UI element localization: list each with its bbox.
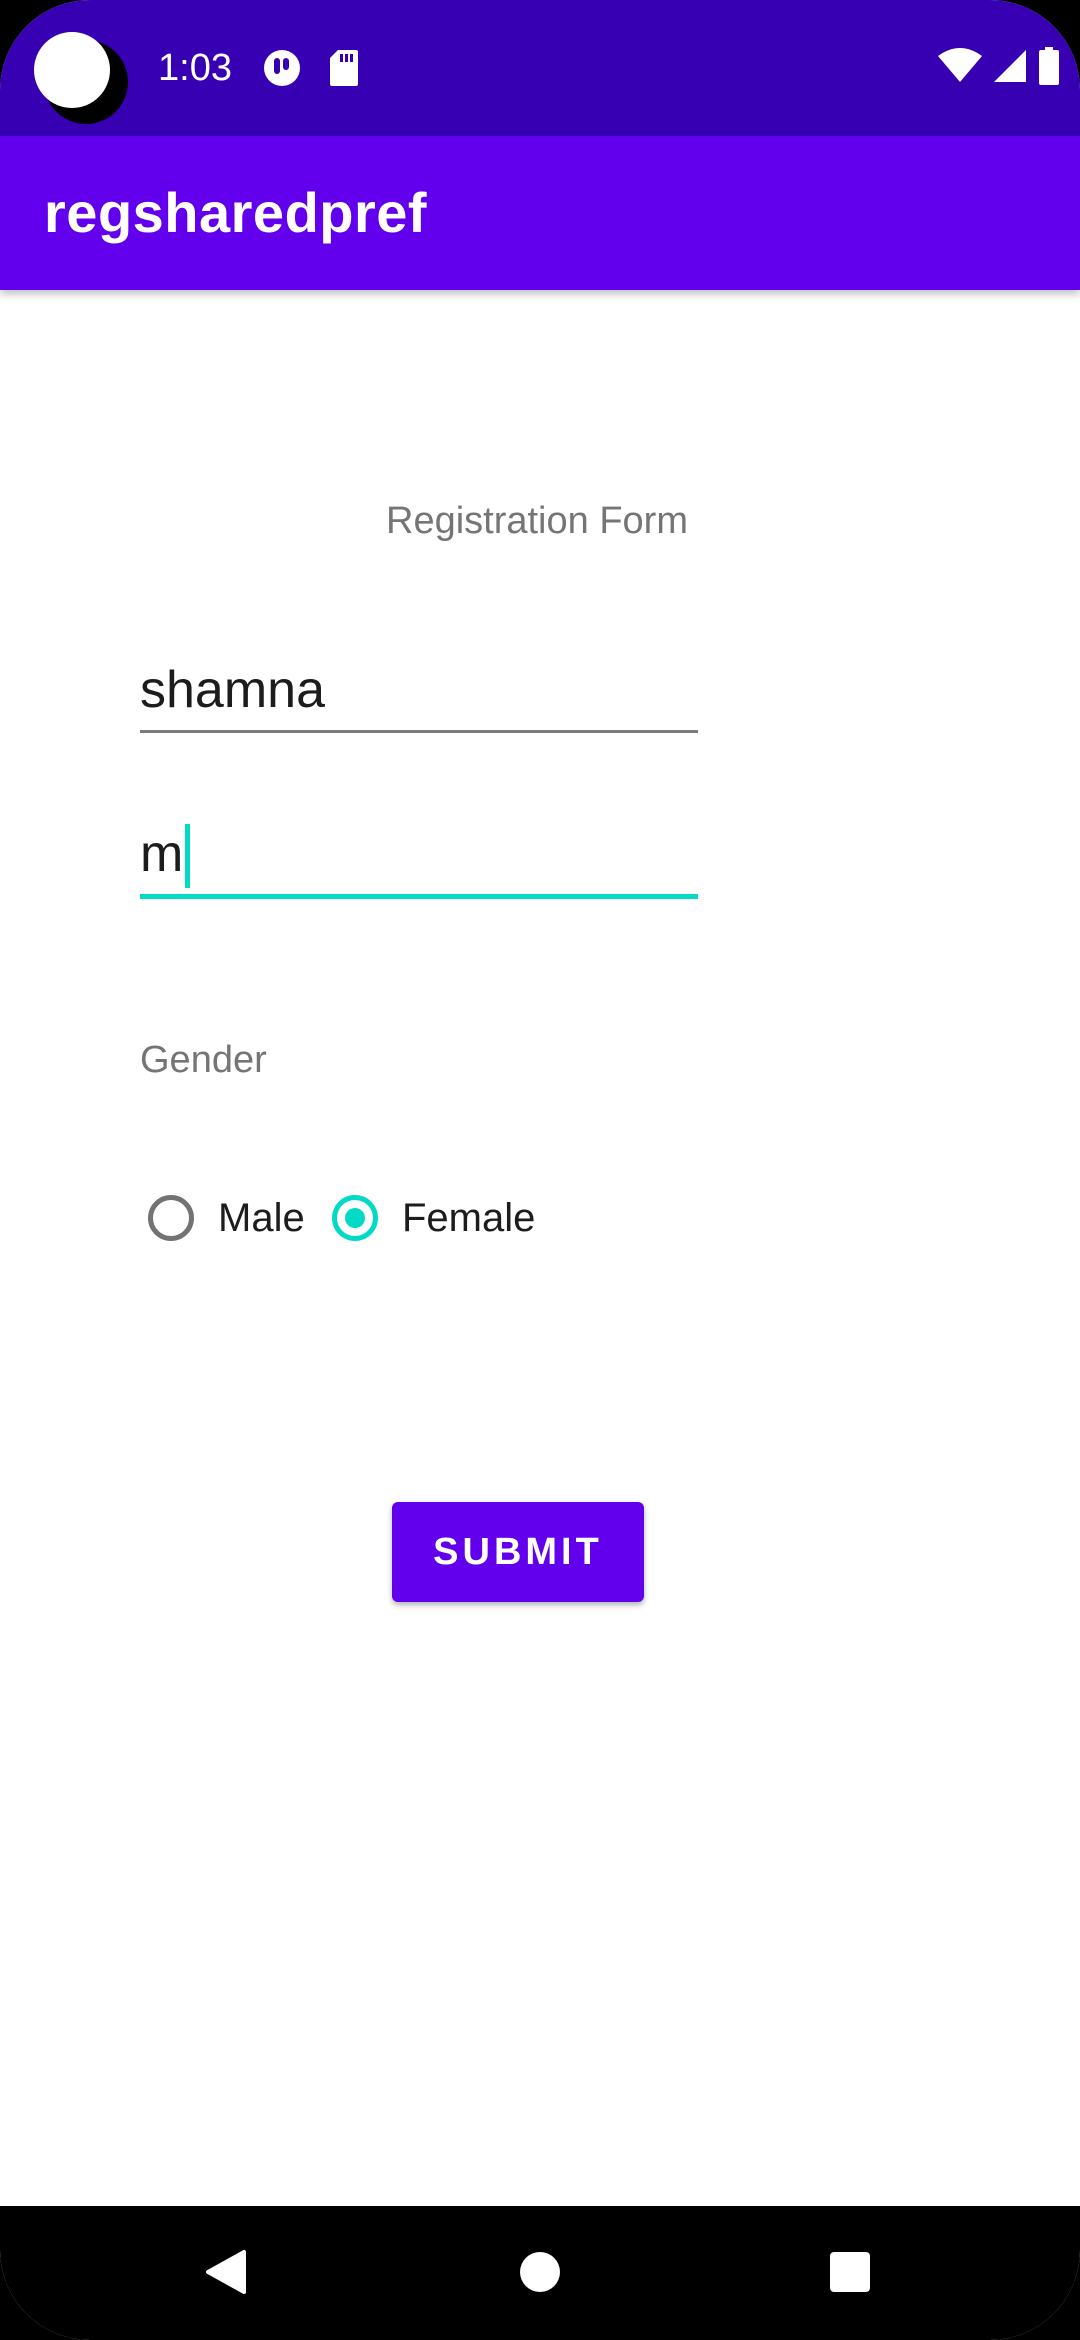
second-field-value: m (140, 825, 184, 883)
status-right-icons (938, 46, 1060, 90)
gender-label: Gender (140, 1039, 267, 1081)
name-field-value: shamna (140, 661, 325, 719)
text-cursor (185, 824, 191, 888)
battery-icon (1038, 46, 1060, 90)
radio-male[interactable]: Male (148, 1188, 305, 1248)
radio-male-label: Male (218, 1196, 305, 1240)
form-title: Registration Form (386, 500, 688, 542)
submit-button[interactable]: SUBMIT (392, 1502, 644, 1602)
radio-unchecked-icon (148, 1195, 194, 1241)
status-time: 1:03 (158, 47, 232, 89)
status-bar: 1:03 (0, 0, 1080, 136)
app-notification-icon (262, 48, 302, 93)
app-title: regsharedpref (44, 181, 428, 244)
app-bar: regsharedpref (0, 136, 1080, 290)
navigation-bar (0, 2206, 1080, 2340)
second-field[interactable]: m (140, 824, 698, 899)
recents-icon[interactable] (820, 2242, 880, 2302)
radio-checked-icon (332, 1195, 378, 1241)
home-icon[interactable] (510, 2242, 570, 2302)
cell-signal-icon (992, 48, 1028, 89)
phone-screen: 1:03 regsharedpref Registration Form sha… (0, 0, 1080, 2340)
sd-card-icon (328, 48, 360, 93)
back-icon[interactable] (196, 2242, 256, 2302)
radio-female-label: Female (402, 1196, 536, 1240)
name-field[interactable]: shamna (140, 660, 698, 733)
wifi-icon (938, 47, 982, 89)
radio-dot (345, 1208, 365, 1228)
camera-cutout (34, 32, 110, 108)
radio-female[interactable]: Female (332, 1188, 535, 1248)
